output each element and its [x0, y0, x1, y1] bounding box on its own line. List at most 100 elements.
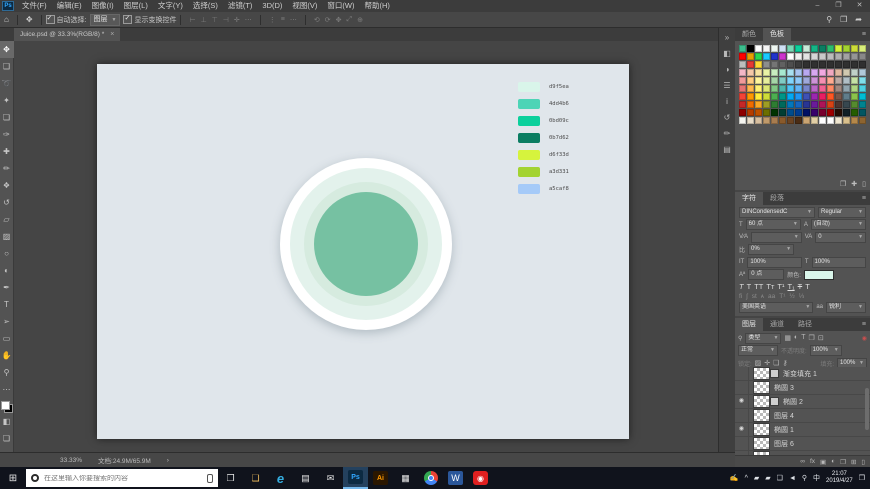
lock-icon[interactable]: ❏	[773, 359, 779, 367]
color-swatch[interactable]	[795, 77, 802, 84]
color-swatch[interactable]	[803, 85, 810, 92]
color-swatch[interactable]	[787, 109, 794, 116]
tool-button[interactable]: ❏	[0, 109, 14, 126]
color-swatch[interactable]	[835, 77, 842, 84]
tool-button[interactable]: ◐	[0, 262, 14, 279]
color-swatch[interactable]	[739, 69, 746, 76]
document-tab[interactable]: Juice.psd @ 33.3%(RGB/8) * ×	[14, 28, 120, 41]
color-swatch[interactable]	[803, 61, 810, 68]
tray-icon[interactable]: ✍	[730, 474, 739, 482]
color-swatch[interactable]	[771, 117, 778, 124]
tool-button[interactable]: ⚲	[0, 364, 14, 381]
color-swatch[interactable]	[771, 109, 778, 116]
opentype-button[interactable]: ʃ	[746, 293, 747, 300]
layers-footer-icon[interactable]: ❐	[840, 458, 846, 466]
color-swatch[interactable]	[851, 69, 858, 76]
color-swatch[interactable]	[859, 53, 866, 60]
color-swatch[interactable]	[859, 101, 866, 108]
opacity-field[interactable]: 100% ▼	[810, 345, 842, 356]
threed-mode-icon[interactable]: ⟳	[325, 16, 331, 24]
color-swatch[interactable]	[771, 61, 778, 68]
color-swatch[interactable]	[843, 101, 850, 108]
taskbar-app-button[interactable]: ▤	[293, 467, 318, 489]
color-swatch[interactable]	[755, 101, 762, 108]
color-swatch[interactable]	[787, 77, 794, 84]
layer-visibility-eye-icon[interactable]	[735, 409, 749, 422]
color-swatch[interactable]	[763, 61, 770, 68]
menu-item[interactable]: 窗口(W)	[322, 0, 359, 12]
font-size-field[interactable]: 60 点 ▼	[746, 219, 801, 230]
color-swatch[interactable]	[787, 61, 794, 68]
layer-row[interactable]: 渐变填充 1	[735, 367, 870, 381]
layer-filter-icon[interactable]: T	[801, 334, 805, 342]
menu-item[interactable]: 视图(V)	[287, 0, 322, 12]
color-swatch[interactable]	[827, 69, 834, 76]
quick-mask-button[interactable]: ◧	[0, 413, 14, 430]
menu-item[interactable]: 文字(Y)	[153, 0, 188, 12]
color-swatch[interactable]	[819, 45, 826, 52]
color-swatch[interactable]	[811, 101, 818, 108]
color-swatch[interactable]	[851, 93, 858, 100]
color-swatch[interactable]	[851, 53, 858, 60]
tray-icon[interactable]: ▰	[754, 474, 759, 482]
color-swatch[interactable]	[827, 77, 834, 84]
layers-footer-icon[interactable]: ◐	[831, 458, 835, 465]
color-swatch[interactable]	[755, 61, 762, 68]
layer-thumbnail[interactable]	[754, 410, 769, 421]
lock-icon[interactable]: ✛	[764, 359, 770, 367]
swatches-footer-icon[interactable]: ❐	[840, 180, 846, 188]
layer-filter-type-dropdown[interactable]: 类型 ▼	[745, 333, 781, 344]
color-swatch[interactable]	[827, 101, 834, 108]
taskbar-search[interactable]	[26, 469, 218, 487]
color-swatch[interactable]	[819, 117, 826, 124]
layer-row[interactable]: 椭圆 2	[735, 395, 870, 409]
color-swatch[interactable]	[803, 69, 810, 76]
color-swatch[interactable]	[779, 117, 786, 124]
color-swatch[interactable]	[763, 109, 770, 116]
color-swatch[interactable]	[851, 117, 858, 124]
taskbar-app-button[interactable]: ▦	[393, 467, 418, 489]
color-swatch[interactable]	[787, 85, 794, 92]
layers-scrollbar[interactable]	[865, 388, 869, 430]
layer-row[interactable]: 图层 4	[735, 409, 870, 423]
tool-button[interactable]: ↺	[0, 194, 14, 211]
foreground-color-swatch[interactable]	[1, 401, 10, 410]
lock-icon[interactable]: ⚷	[782, 359, 787, 367]
color-swatch[interactable]	[787, 93, 794, 100]
toolbar-right-icon[interactable]: ❒	[840, 15, 847, 24]
layers-footer-icon[interactable]: ∞	[800, 458, 805, 465]
color-swatch[interactable]	[763, 101, 770, 108]
opentype-button[interactable]: T¹	[779, 293, 785, 300]
layer-visibility-eye-icon[interactable]	[735, 395, 749, 408]
tab-channels[interactable]: 通道	[763, 318, 791, 331]
auto-select-target-dropdown[interactable]: 图层 ▼	[90, 14, 121, 26]
color-swatch[interactable]	[755, 109, 762, 116]
tool-button[interactable]: ✥	[0, 41, 14, 58]
tool-button[interactable]: ⋯	[0, 381, 14, 398]
color-swatch[interactable]	[859, 69, 866, 76]
color-swatch[interactable]	[739, 101, 746, 108]
tool-button[interactable]: ✒	[0, 279, 14, 296]
color-swatch[interactable]	[739, 117, 746, 124]
layer-visibility-eye-icon[interactable]	[735, 381, 749, 394]
swatches-footer-icon[interactable]: ✚	[851, 180, 857, 188]
layer-thumbnail[interactable]	[754, 396, 769, 407]
layer-name[interactable]: 渐变填充 1	[783, 369, 817, 379]
horizontal-scale-field[interactable]: 100%	[812, 257, 867, 268]
taskbar-app-button[interactable]: e	[268, 467, 293, 489]
language-select[interactable]: 美国英语 ▼	[739, 302, 813, 313]
close-tab-icon[interactable]: ×	[110, 31, 114, 38]
color-swatch[interactable]	[803, 101, 810, 108]
distribute-icon[interactable]: ⋮	[269, 16, 276, 24]
baseline-shift-field[interactable]: 0 点	[748, 269, 784, 280]
color-swatch[interactable]	[827, 45, 834, 52]
color-swatch[interactable]	[795, 85, 802, 92]
color-swatch[interactable]	[859, 109, 866, 116]
color-swatch[interactable]	[843, 53, 850, 60]
color-swatch[interactable]	[843, 93, 850, 100]
tray-icon[interactable]: ❑	[777, 474, 783, 482]
color-swatch[interactable]	[835, 117, 842, 124]
move-tool-preset-icon[interactable]: ✥	[22, 15, 37, 24]
layer-row[interactable]: 椭圆 3	[735, 381, 870, 395]
show-transform-checkbox[interactable]	[123, 15, 132, 24]
